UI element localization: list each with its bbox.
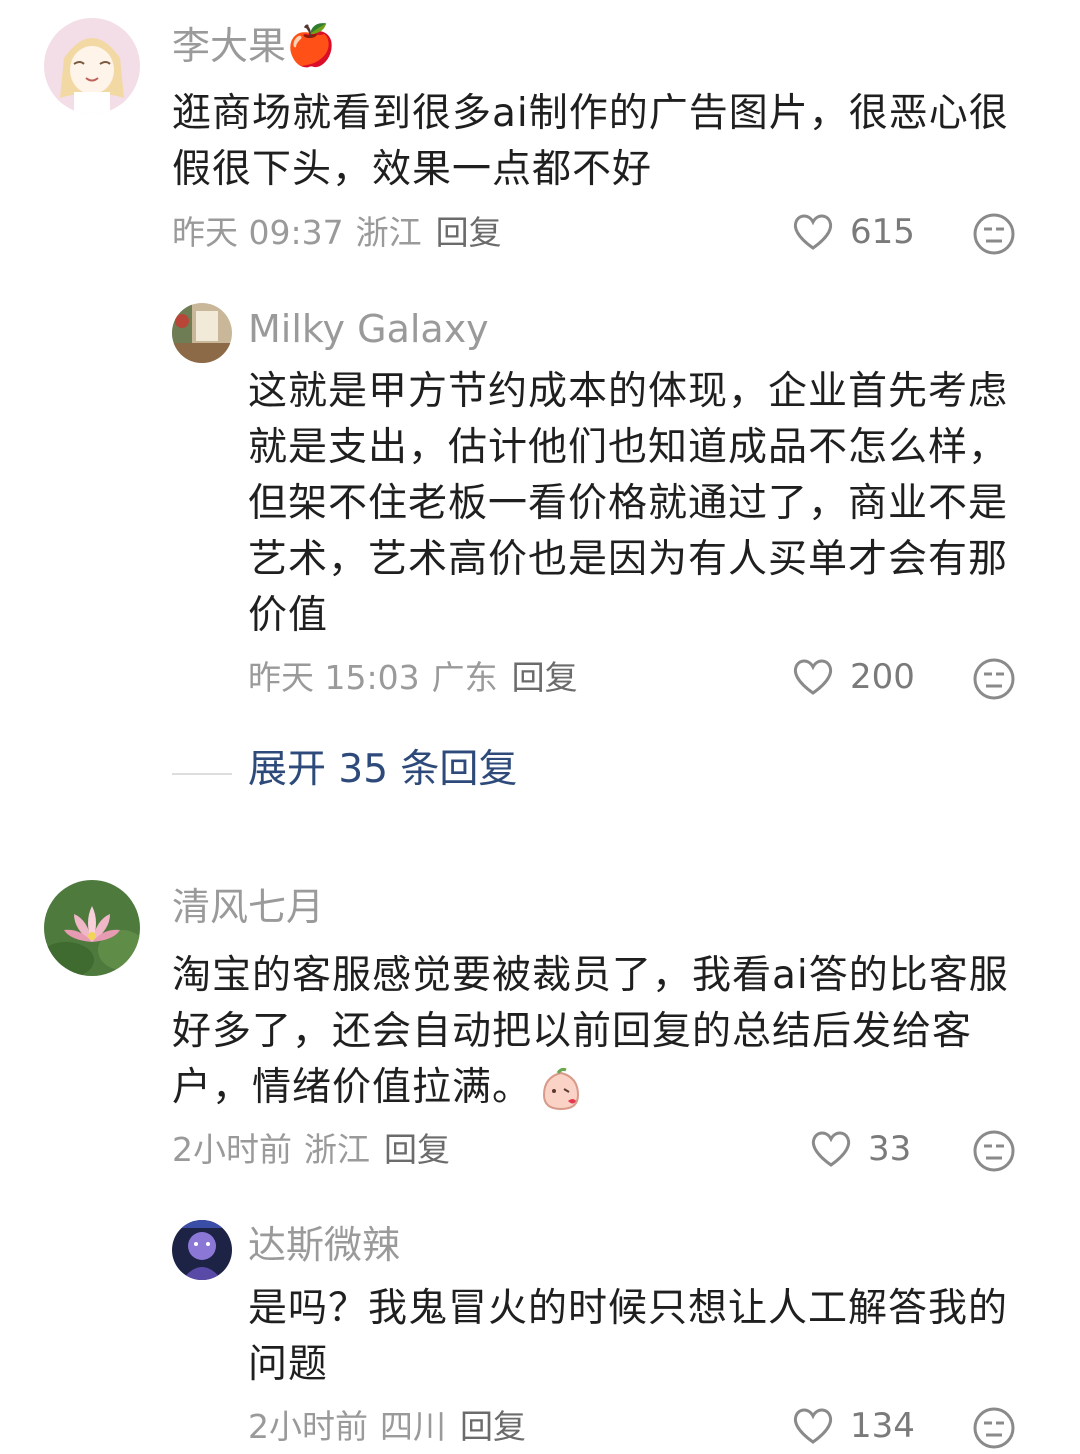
username[interactable]: 清风七月 — [172, 888, 324, 926]
dislike-button[interactable] — [972, 1129, 1016, 1177]
comment-location: 浙江 — [304, 1130, 370, 1169]
heart-icon — [793, 1408, 833, 1444]
comment-body: 淘宝的客服感觉要被裁员了，我看ai答的比客服好多了，还会自动把以前回复的总结后发… — [172, 953, 1009, 1110]
comment-location: 广东 — [431, 658, 498, 697]
username[interactable]: 达斯微辣 — [248, 1226, 400, 1264]
comment-time: 昨天 15:03 — [248, 658, 420, 697]
meh-face-icon — [973, 1130, 1015, 1172]
dislike-button[interactable] — [972, 1406, 1016, 1454]
heart-icon — [793, 214, 833, 250]
comment-meta: 昨天 09:37 浙江 回复 — [172, 216, 502, 249]
username[interactable]: Milky Galaxy — [248, 310, 489, 348]
comment-text: 淘宝的客服感觉要被裁员了，我看ai答的比客服好多了，还会自动把以前回复的总结后发… — [172, 948, 1017, 1116]
like-button[interactable]: 134 — [792, 1406, 915, 1446]
purple-character-avatar-icon — [172, 1220, 232, 1280]
comment-meta: 2小时前 浙江 回复 — [172, 1133, 450, 1166]
lotus-avatar-icon — [44, 880, 140, 976]
comment-text: 逛商场就看到很多ai制作的广告图片，很恶心很假很下头，效果一点都不好 — [172, 91, 1009, 192]
divider — [172, 773, 232, 775]
avatar[interactable] — [44, 880, 140, 976]
meh-face-icon — [973, 658, 1015, 700]
comment-location: 四川 — [380, 1407, 446, 1446]
meh-face-icon — [973, 1407, 1015, 1449]
reply-button[interactable]: 回复 — [512, 658, 578, 697]
like-button[interactable]: 200 — [792, 657, 915, 697]
comment-time: 昨天 09:37 — [172, 213, 344, 252]
comment-time: 2小时前 — [172, 1130, 292, 1169]
reply-button[interactable]: 回复 — [436, 213, 502, 252]
like-count: 134 — [850, 1406, 915, 1446]
peach-kiss-emoji-icon — [538, 1067, 584, 1113]
apple-icon: 🍎 — [286, 23, 336, 69]
heart-icon — [811, 1131, 851, 1167]
comment-text: 是吗？我鬼冒火的时候只想让人工解答我的问题 — [248, 1286, 1009, 1387]
username[interactable]: 李大果🍎 — [172, 26, 336, 66]
comment-location: 浙江 — [355, 213, 422, 252]
avatar[interactable] — [172, 1220, 232, 1280]
dislike-button[interactable] — [972, 657, 1016, 705]
anime-girl-avatar-icon — [44, 18, 140, 114]
dislike-button[interactable] — [972, 212, 1016, 260]
like-button[interactable]: 615 — [792, 212, 915, 252]
reply-button[interactable]: 回复 — [460, 1407, 526, 1446]
avatar[interactable] — [44, 18, 140, 114]
room-photo-avatar-icon — [172, 303, 232, 363]
meh-face-icon — [973, 213, 1015, 255]
comment-meta: 2小时前 四川 回复 — [248, 1410, 526, 1443]
comment-time: 2小时前 — [248, 1407, 368, 1446]
comment-text: 这就是甲方节约成本的体现，企业首先考虑就是支出，估计他们也知道成品不怎么样，但架… — [248, 369, 1009, 638]
expand-replies-button[interactable]: 展开 35 条回复 — [248, 750, 517, 789]
like-count: 615 — [850, 212, 915, 252]
like-count: 33 — [868, 1129, 912, 1169]
heart-icon — [793, 659, 833, 695]
like-button[interactable]: 33 — [810, 1129, 911, 1169]
like-count: 200 — [850, 657, 915, 697]
avatar[interactable] — [172, 303, 232, 363]
reply-button[interactable]: 回复 — [384, 1130, 450, 1169]
comment-meta: 昨天 15:03 广东 回复 — [248, 661, 578, 694]
